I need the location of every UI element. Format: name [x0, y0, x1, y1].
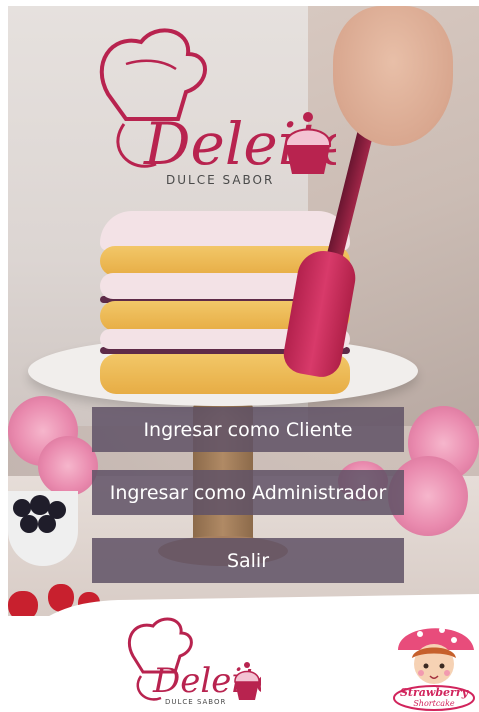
deleite-logo-footer: Deleite DULCE SABOR: [127, 617, 261, 706]
hero-background-image: Deleite DULCE SABOR Ingresar como Client…: [8, 6, 479, 616]
blackberry-bowl: [8, 491, 78, 566]
login-client-button[interactable]: Ingresar como Cliente: [92, 407, 404, 452]
logo-tagline-text: DULCE SABOR: [166, 173, 274, 187]
login-admin-button[interactable]: Ingresar como Administrador: [92, 470, 404, 515]
strawberry-shortcake-logo: Strawberry Shortcake: [393, 627, 475, 711]
partner-logo-line2: Shortcake: [413, 699, 455, 708]
app-window: Deleite DULCE SABOR Ingresar como Client…: [8, 6, 479, 712]
exit-button[interactable]: Salir: [92, 538, 404, 583]
pink-flower: [38, 436, 98, 496]
footer-logo-tagline-text: DULCE SABOR: [165, 698, 226, 706]
deleite-logo: Deleite DULCE SABOR: [99, 28, 336, 187]
partner-logo-line1: Strawberry: [400, 686, 470, 699]
baker-hand: [333, 6, 453, 146]
